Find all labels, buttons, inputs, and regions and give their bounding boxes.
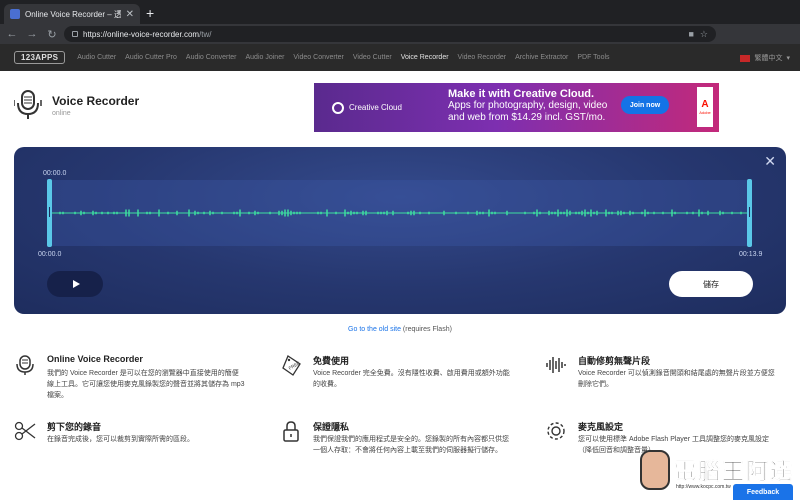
- browser-tab[interactable]: Online Voice Recorder – 透過網… ✕: [4, 4, 140, 24]
- nav-link[interactable]: Video Cutter: [353, 54, 392, 61]
- lock-icon: [72, 31, 78, 37]
- nav-link[interactable]: Archive Extractor: [515, 54, 568, 61]
- reload-button[interactable]: ↻: [44, 28, 60, 41]
- app-title: Voice Recorder: [52, 93, 140, 108]
- url-host: https://online-voice-recorder.com: [83, 29, 200, 39]
- app-title-block: Voice Recorder online: [52, 94, 139, 117]
- microphone-icon: [16, 355, 34, 375]
- feature-body: 在錄音完成後，您可以裁剪到實際所需的區段。: [47, 436, 194, 443]
- watermark-text: 電腦王阿達: [674, 459, 795, 485]
- nav-link[interactable]: Audio Joiner: [246, 54, 285, 61]
- scissors-icon: [14, 421, 36, 441]
- app-header: Voice Recorder online: [14, 90, 139, 120]
- star-icon[interactable]: ☆: [700, 29, 708, 40]
- nav-link[interactable]: Audio Cutter Pro: [125, 54, 177, 61]
- ad-text: Make it with Creative Cloud. Apps for ph…: [448, 88, 607, 124]
- app-subtitle: online: [52, 109, 71, 117]
- adobe-a-icon: A: [701, 99, 709, 110]
- old-site-note: (requires Flash): [400, 326, 452, 333]
- mascot-icon: [640, 450, 670, 490]
- url-path: /tw/: [199, 29, 212, 39]
- feature-title: Online Voice Recorder: [47, 354, 143, 364]
- nav-links: Audio Cutter Audio Cutter Pro Audio Conver…: [77, 54, 618, 61]
- nav-link[interactable]: Audio Converter: [186, 54, 237, 61]
- brand-logo[interactable]: 123APPS: [14, 51, 66, 64]
- trim-start-handle[interactable]: [47, 179, 52, 247]
- adobe-label: Adobe: [699, 110, 711, 115]
- address-bar[interactable]: https://online-voice-recorder.com/tw/ ■ …: [64, 26, 716, 42]
- tab-title: Online Voice Recorder – 透過網…: [25, 9, 121, 19]
- watermark-url: http://www.kocpc.com.tw: [676, 484, 731, 490]
- ad-headline: Make it with Creative Cloud.: [448, 88, 595, 100]
- adobe-logo: A Adobe: [697, 87, 713, 127]
- back-button[interactable]: ←: [4, 28, 20, 40]
- site-favicon-icon: [10, 9, 20, 19]
- ad-brand: Creative Cloud: [332, 101, 402, 114]
- padlock-icon: [283, 421, 299, 442]
- omnibox-actions: ■ ☆: [688, 29, 708, 40]
- nav-link[interactable]: PDF Tools: [577, 54, 609, 61]
- nav-link[interactable]: Audio Cutter: [77, 54, 116, 61]
- url-text: https://online-voice-recorder.com/tw/: [83, 30, 212, 39]
- language-label: 繁體中文: [754, 55, 783, 62]
- close-icon[interactable]: ✕: [764, 153, 776, 170]
- feature-body: Voice Recorder 完全免費。沒有隱性收費、啟用費用或額外功能的收費。: [313, 370, 510, 388]
- ad-body-line: and web from $14.29 incl. GST/mo.: [448, 112, 606, 123]
- save-button[interactable]: 儲存: [669, 271, 753, 297]
- svg-text:FREE: FREE: [288, 360, 301, 370]
- feedback-button[interactable]: Feedback: [733, 484, 793, 500]
- browser-toolbar: ← → ↻ https://online-voice-recorder.com/…: [0, 24, 800, 62]
- chevron-down-icon: ▾: [786, 55, 790, 62]
- feature-title: 免費使用: [313, 356, 350, 366]
- microphone-logo-icon: [14, 90, 42, 119]
- ad-body-line: Apps for photography, design, video: [448, 100, 608, 111]
- start-time: 00:00.0: [38, 251, 62, 258]
- old-site-line: Go to the old site (requires Flash): [0, 326, 800, 333]
- site-nav: 123APPS Audio Cutter Audio Cutter Pro Audi…: [0, 44, 800, 71]
- nav-link[interactable]: Video Recorder: [458, 54, 507, 61]
- waveform: [52, 209, 748, 217]
- old-site-link[interactable]: Go to the old site: [348, 326, 401, 333]
- marker-time: 00:00.0: [43, 170, 67, 177]
- trim-end-handle[interactable]: [747, 179, 752, 247]
- feature-title: 剪下您的錄音: [47, 422, 102, 432]
- gear-icon: [547, 422, 565, 440]
- recorder-panel: ✕ 00:00.0 00:00.0 00:13.9 儲存: [14, 147, 786, 314]
- feature-title: 保證隱私: [313, 422, 350, 432]
- language-selector[interactable]: 繁體中文 ▾: [740, 53, 790, 63]
- nav-link[interactable]: Voice Recorder: [401, 54, 449, 61]
- nav-link[interactable]: Video Converter: [293, 54, 343, 61]
- flag-icon: [740, 54, 751, 62]
- free-tag-icon: FREE: [282, 355, 301, 376]
- ad-brand-label: Creative Cloud: [349, 103, 402, 112]
- forward-button[interactable]: →: [24, 28, 40, 40]
- play-icon: [72, 280, 80, 288]
- waveform-icon: [546, 357, 566, 373]
- feature-title: 自動修剪無聲片段: [578, 356, 651, 366]
- ad-join-button[interactable]: Join now: [621, 96, 669, 114]
- browser-tab-strip: Online Voice Recorder – 透過網… ✕ +: [0, 0, 800, 24]
- creative-cloud-icon: [332, 101, 344, 114]
- camera-icon[interactable]: ■: [688, 29, 693, 40]
- feature-body: 我們的 Voice Recorder 是可以在您的瀏覽器中直接使用的簡便線上工具…: [47, 370, 245, 399]
- end-time: 00:13.9: [739, 251, 763, 258]
- feature-body: 我們保證我們的應用程式是安全的。您錄製的所有內容都只供您一個人存取：不會將任何內…: [313, 436, 509, 454]
- feature-title: 麥克風設定: [578, 422, 624, 432]
- play-button[interactable]: [47, 271, 103, 297]
- new-tab-button[interactable]: +: [146, 6, 154, 20]
- feature-body: Voice Recorder 可以偵測錄音開頭和結尾處的無聲片段並方便您刪除它們…: [578, 370, 775, 388]
- close-tab-icon[interactable]: ✕: [126, 9, 134, 20]
- ad-banner[interactable]: Creative Cloud Make it with Creative Clo…: [314, 83, 719, 132]
